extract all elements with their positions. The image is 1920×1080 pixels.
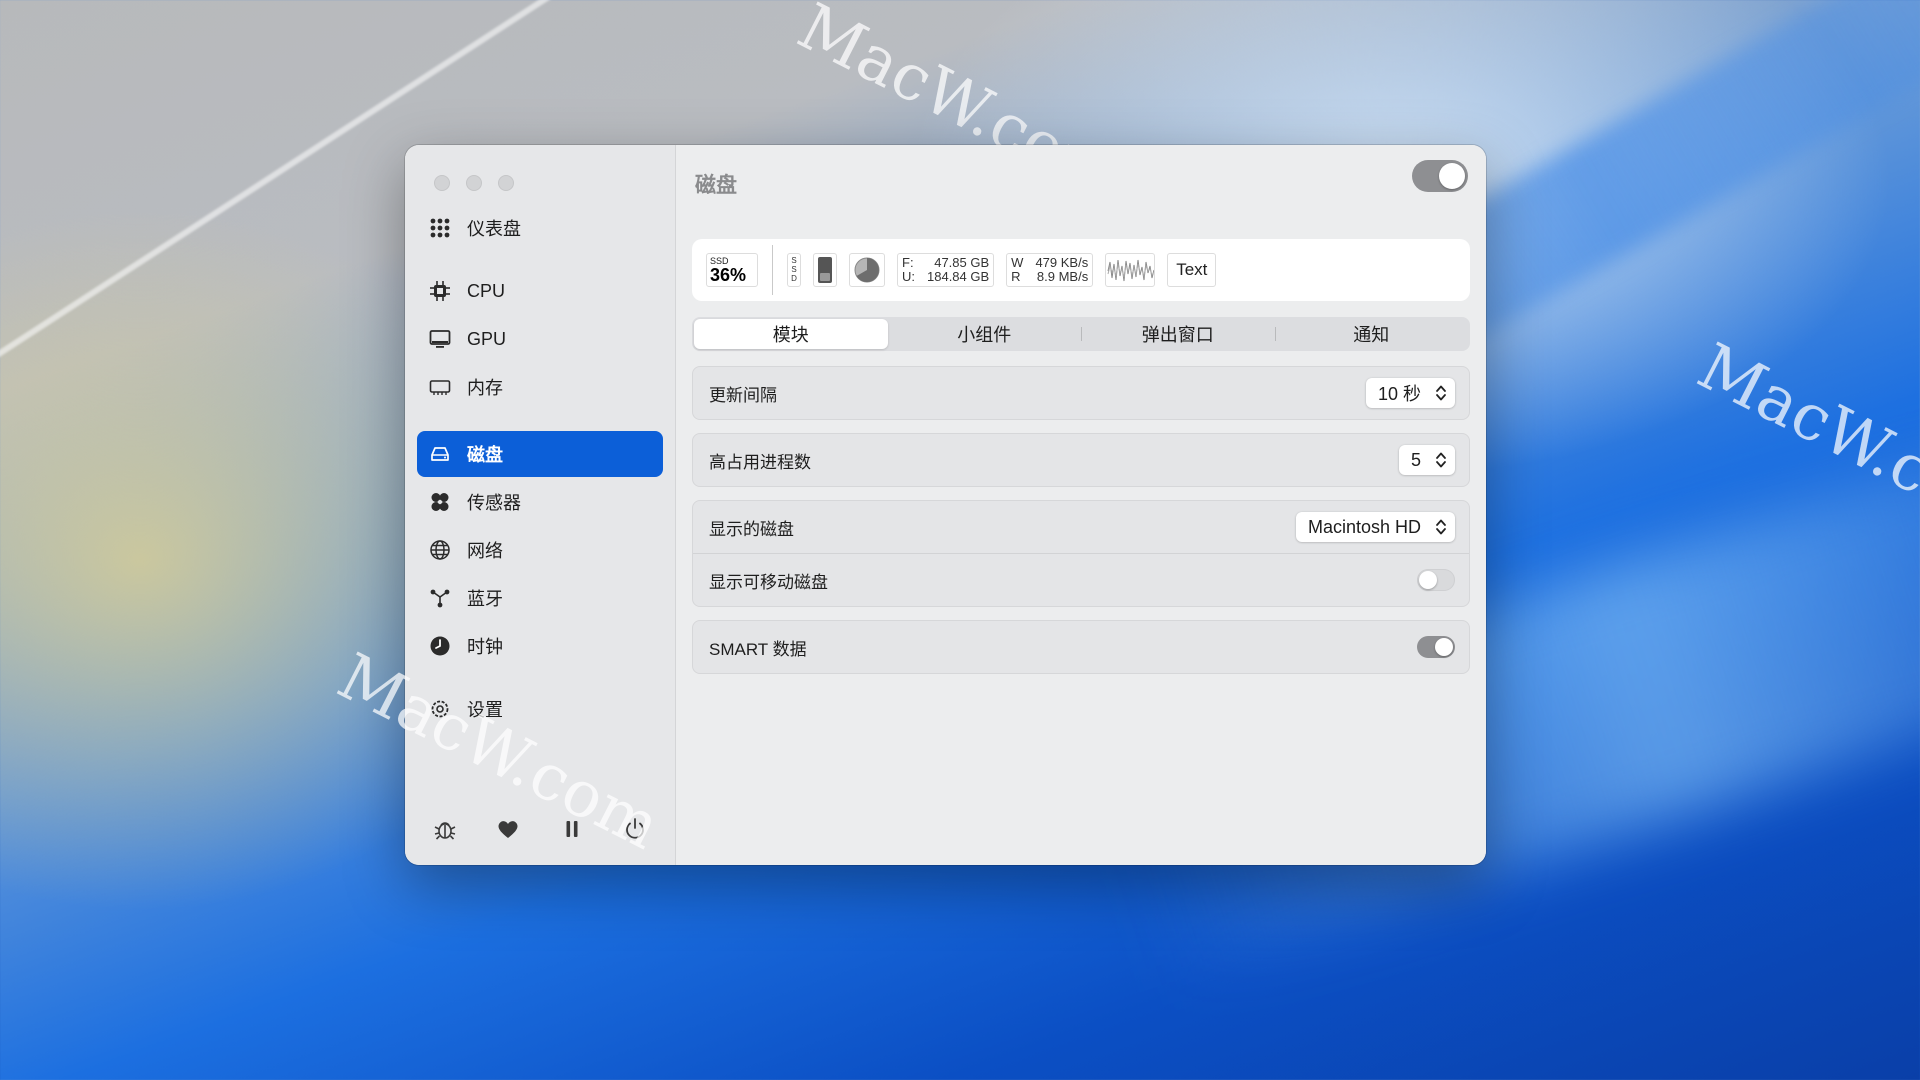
widget-speed-text[interactable]: W 479 KB/s R 8.9 MB/s bbox=[1006, 253, 1094, 287]
bluetooth-icon bbox=[427, 585, 453, 611]
sidebar-item-dashboard[interactable]: 仪表盘 bbox=[417, 205, 663, 251]
sidebar-item-bluetooth[interactable]: 蓝牙 bbox=[417, 575, 663, 621]
sidebar-item-gpu[interactable]: GPU bbox=[417, 316, 663, 362]
update-interval-panel: 更新间隔 10 秒 bbox=[692, 366, 1470, 420]
clock-icon bbox=[427, 633, 453, 659]
free-value: 47.85 GB bbox=[934, 255, 990, 270]
cpu-icon bbox=[427, 278, 453, 304]
shown-disk-value: Macintosh HD bbox=[1307, 516, 1421, 537]
sidebar-item-clock[interactable]: 时钟 bbox=[417, 623, 663, 669]
widget-line-chart[interactable] bbox=[1105, 253, 1156, 287]
preview-divider bbox=[772, 245, 773, 295]
smart-data-toggle[interactable] bbox=[1417, 636, 1455, 658]
disk-icon bbox=[427, 441, 453, 467]
used-label: U: bbox=[902, 269, 915, 284]
write-value: 479 KB/s bbox=[1035, 255, 1089, 270]
sidebar-item-network[interactable]: 网络 bbox=[417, 527, 663, 573]
read-label: R bbox=[1011, 269, 1021, 284]
top-processes-panel: 高占用进程数 5 bbox=[692, 433, 1470, 487]
sidebar-item-cpu[interactable]: CPU bbox=[417, 268, 663, 314]
update-interval-label: 更新间隔 bbox=[709, 385, 777, 405]
chevron-up-down-icon bbox=[1435, 517, 1447, 537]
widget-preview-bar: SSD 36% SSD F: 47.85 GB U: 184.84 GB W 4… bbox=[692, 239, 1470, 301]
main-panel: 磁盘 SSD 36% SSD F: 47.85 GB U: 184.84 GB bbox=[676, 145, 1486, 865]
shown-disk-row: 显示的磁盘 Macintosh HD bbox=[693, 501, 1469, 553]
sidebar-item-label: 磁盘 bbox=[467, 445, 503, 465]
top-processes-row: 高占用进程数 5 bbox=[693, 434, 1469, 486]
settings-tab-bar: 模块 小组件 弹出窗口 通知 bbox=[692, 317, 1470, 351]
chevron-up-down-icon bbox=[1435, 450, 1447, 470]
sidebar-item-sensors[interactable]: 传感器 bbox=[417, 479, 663, 525]
show-removable-label: 显示可移动磁盘 bbox=[709, 572, 828, 592]
widget-pie-chart[interactable] bbox=[849, 253, 885, 287]
tab-widgets[interactable]: 小组件 bbox=[888, 319, 1082, 349]
smart-data-row: SMART 数据 bbox=[693, 621, 1469, 673]
widget-bar-chart[interactable] bbox=[813, 253, 837, 287]
shown-disk-label: 显示的磁盘 bbox=[709, 519, 794, 539]
update-interval-value: 10 秒 bbox=[1377, 384, 1421, 404]
toggle-knob bbox=[1419, 571, 1437, 589]
sidebar-item-memory[interactable]: 内存 bbox=[417, 364, 663, 410]
sidebar-item-label: 网络 bbox=[467, 541, 503, 561]
widget-vertical-label-text: SSD bbox=[791, 256, 797, 283]
widget-text[interactable]: Text bbox=[1167, 253, 1217, 287]
window-controls bbox=[434, 175, 514, 191]
free-label: F: bbox=[902, 255, 914, 270]
sidebar-item-label: 蓝牙 bbox=[467, 589, 503, 609]
chevron-up-down-icon bbox=[1435, 383, 1447, 403]
read-value: 8.9 MB/s bbox=[1036, 269, 1089, 284]
zoom-window-button[interactable] bbox=[498, 175, 514, 191]
show-removable-toggle[interactable] bbox=[1417, 569, 1455, 591]
memory-icon bbox=[427, 374, 453, 400]
update-interval-row: 更新间隔 10 秒 bbox=[693, 367, 1469, 419]
widget-mini-percentage[interactable]: SSD 36% bbox=[706, 253, 758, 287]
bug-icon[interactable] bbox=[432, 816, 458, 847]
globe-icon bbox=[427, 537, 453, 563]
sidebar-item-label: 仪表盘 bbox=[467, 219, 521, 239]
widget-vertical-label[interactable]: SSD bbox=[787, 253, 801, 287]
page-title: 磁盘 bbox=[695, 174, 737, 197]
write-label: W bbox=[1011, 255, 1024, 270]
monitor-icon bbox=[427, 326, 453, 352]
sidebar-item-disk[interactable]: 磁盘 bbox=[417, 431, 663, 477]
sidebar-item-label: 时钟 bbox=[467, 637, 503, 657]
sidebar-item-label: 内存 bbox=[467, 378, 503, 398]
used-value: 184.84 GB bbox=[927, 269, 990, 284]
activity-chart-icon bbox=[1107, 259, 1155, 282]
minimize-window-button[interactable] bbox=[466, 175, 482, 191]
sidebar-item-label: GPU bbox=[467, 328, 507, 349]
bar-fill bbox=[818, 257, 832, 283]
grid-icon bbox=[427, 215, 453, 241]
pie-chart-icon bbox=[854, 257, 880, 283]
widget-mini-value: 36% bbox=[710, 265, 747, 285]
tab-popup[interactable]: 弹出窗口 bbox=[1081, 319, 1275, 349]
module-enable-toggle[interactable] bbox=[1412, 160, 1468, 192]
disk-selection-panel: 显示的磁盘 Macintosh HD 显示可移动磁盘 bbox=[692, 500, 1470, 607]
sidebar-item-label: CPU bbox=[467, 280, 506, 301]
toggle-knob bbox=[1435, 638, 1453, 656]
top-processes-value: 5 bbox=[1410, 449, 1421, 470]
shown-disk-select[interactable]: Macintosh HD bbox=[1295, 512, 1455, 542]
tab-modules[interactable]: 模块 bbox=[694, 319, 888, 349]
smart-data-label: SMART 数据 bbox=[709, 639, 807, 659]
top-processes-select[interactable]: 5 bbox=[1398, 445, 1455, 475]
show-removable-row: 显示可移动磁盘 bbox=[693, 553, 1469, 606]
heart-icon[interactable] bbox=[495, 816, 521, 847]
tab-notifications[interactable]: 通知 bbox=[1274, 319, 1469, 349]
sidebar-item-label: 传感器 bbox=[467, 493, 521, 513]
toggle-knob bbox=[1439, 163, 1465, 189]
close-window-button[interactable] bbox=[434, 175, 450, 191]
update-interval-select[interactable]: 10 秒 bbox=[1365, 378, 1455, 408]
widget-memory-text[interactable]: F: 47.85 GB U: 184.84 GB bbox=[897, 253, 995, 287]
smart-data-panel: SMART 数据 bbox=[692, 620, 1470, 674]
fan-icon bbox=[427, 489, 453, 515]
top-processes-label: 高占用进程数 bbox=[709, 452, 811, 472]
